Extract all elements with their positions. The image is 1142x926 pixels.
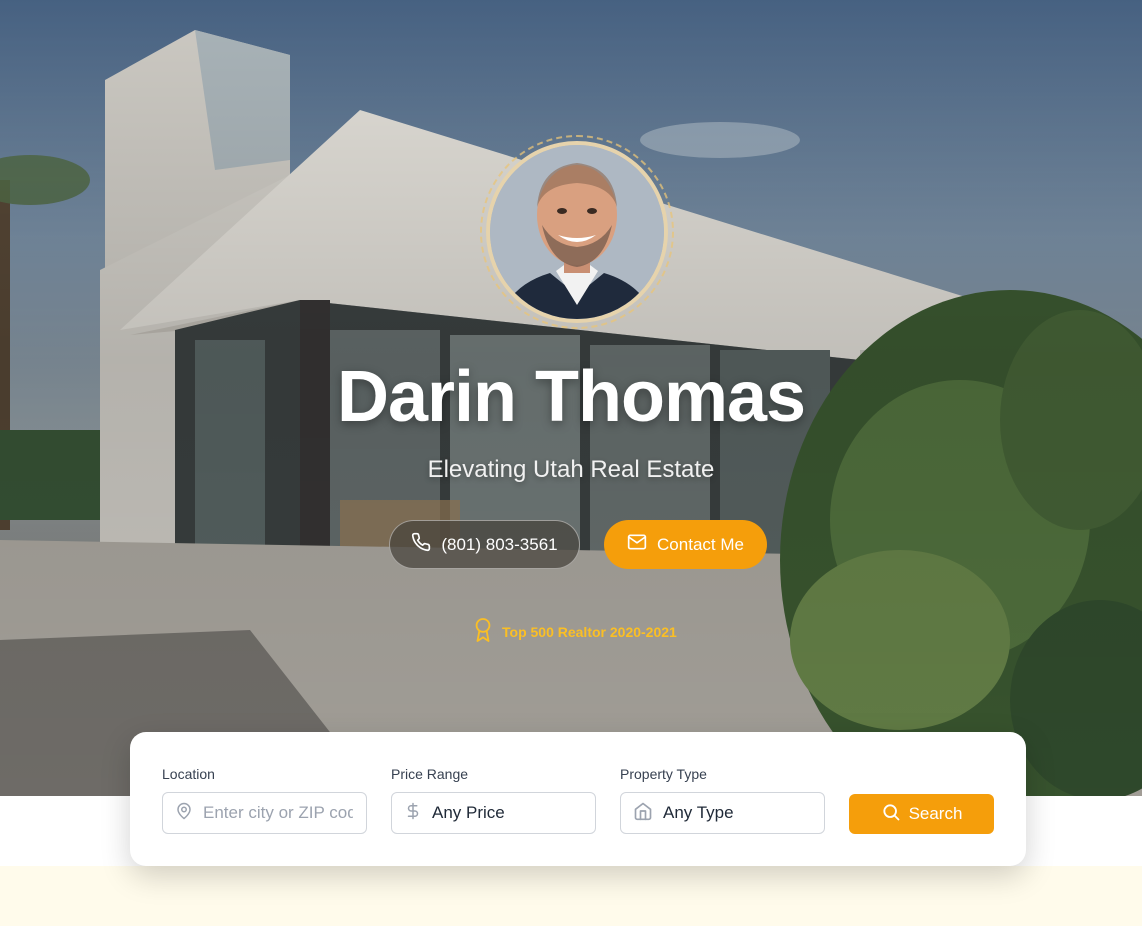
type-label: Property Type xyxy=(620,766,707,782)
price-label: Price Range xyxy=(391,766,469,782)
award-badge: Top 500 Realtor 2020-2021 xyxy=(472,617,677,646)
price-select[interactable]: Any Price xyxy=(391,792,596,834)
agent-portrait xyxy=(490,145,664,319)
dollar-icon xyxy=(404,801,422,826)
award-text: Top 500 Realtor 2020-2021 xyxy=(502,623,677,640)
contact-label: Contact Me xyxy=(657,534,744,554)
location-label: Location xyxy=(162,766,215,782)
contact-button[interactable]: Contact Me xyxy=(604,520,767,569)
price-value: Any Price xyxy=(432,803,505,822)
type-select[interactable]: Any Type xyxy=(620,792,825,834)
next-section-band xyxy=(0,866,1142,926)
award-icon xyxy=(472,617,494,646)
search-icon xyxy=(881,802,901,827)
phone-icon xyxy=(411,532,431,557)
location-field[interactable] xyxy=(162,792,367,834)
phone-label: (801) 803-3561 xyxy=(441,534,558,554)
type-value: Any Type xyxy=(663,803,734,822)
mail-icon xyxy=(627,532,647,557)
property-search-card: Location Price Range Any Price Property … xyxy=(130,732,1026,866)
agent-tagline: Elevating Utah Real Estate xyxy=(427,456,715,483)
home-icon xyxy=(633,801,653,826)
phone-button[interactable]: (801) 803-3561 xyxy=(389,520,580,569)
location-input[interactable] xyxy=(203,803,353,823)
search-button[interactable]: Search xyxy=(849,794,994,834)
map-pin-icon xyxy=(175,801,193,826)
hero-section: Darin Thomas Elevating Utah Real Estate … xyxy=(0,0,1142,796)
agent-name: Darin Thomas xyxy=(336,357,806,437)
search-label: Search xyxy=(908,804,963,823)
agent-avatar xyxy=(486,141,668,323)
